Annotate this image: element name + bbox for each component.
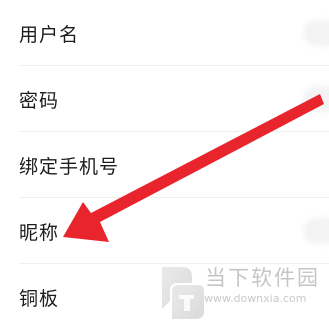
watermark: 当下软件园 www.downxia.com	[148, 261, 320, 327]
settings-row-nickname[interactable]: 昵称	[0, 198, 329, 264]
settings-row-username[interactable]: 用户名	[0, 0, 329, 66]
coins-label: 铜板	[19, 287, 60, 310]
nickname-label: 昵称	[19, 221, 60, 244]
downxia-logo-icon	[162, 267, 204, 319]
watermark-url: www.downxia.com	[204, 292, 307, 305]
username-value	[303, 20, 329, 46]
nickname-value	[303, 218, 329, 244]
settings-row-bind-phone[interactable]: 绑定手机号	[0, 132, 329, 198]
password-label: 密码	[19, 89, 60, 112]
watermark-name: 当下软件园	[205, 266, 320, 290]
bind-phone-label: 绑定手机号	[19, 155, 120, 178]
settings-row-password[interactable]: 密码	[0, 66, 329, 132]
username-label: 用户名	[19, 23, 80, 46]
password-value	[303, 86, 329, 112]
